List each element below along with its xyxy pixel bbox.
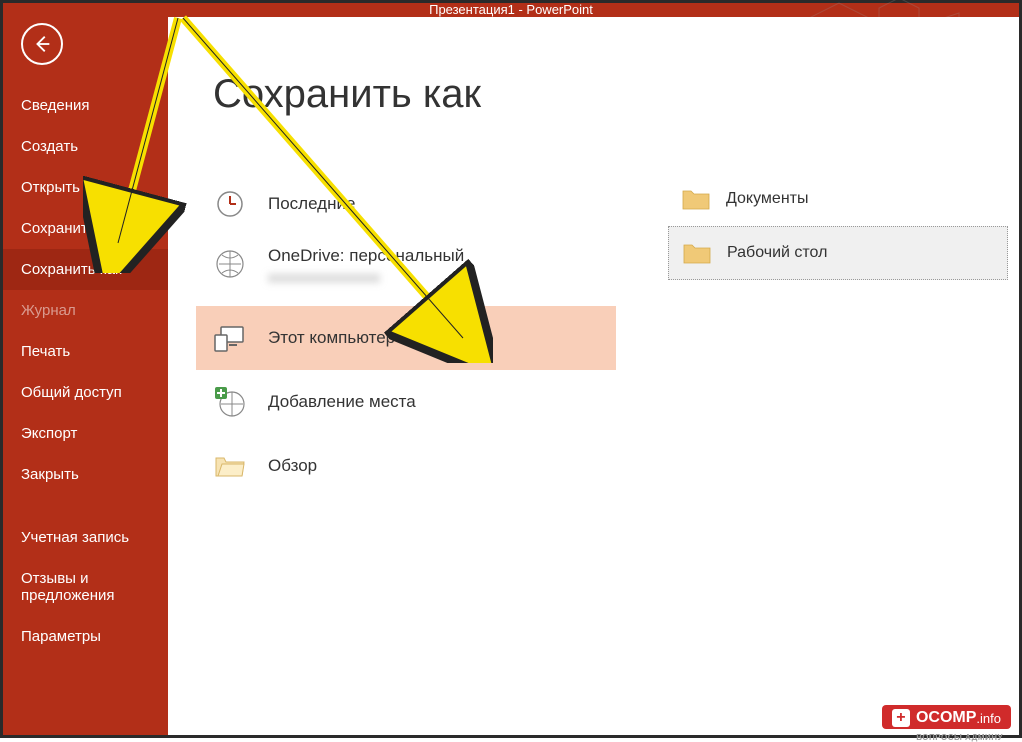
folder-icon xyxy=(682,187,710,211)
location-this-pc[interactable]: Этот компьютер xyxy=(196,306,616,370)
sidebar-item-save-as[interactable]: Сохранить как xyxy=(3,249,168,290)
sidebar-item-share[interactable]: Общий доступ xyxy=(3,372,168,413)
folder-icon xyxy=(683,241,711,265)
location-label: Добавление места xyxy=(268,392,416,412)
watermark: + OCOMP.info ВОПРОСЫ АДМИНУ xyxy=(882,705,1011,729)
back-button[interactable] xyxy=(21,23,63,65)
location-label: Обзор xyxy=(268,456,317,476)
location-sub: xxxxxxxxxxxxxxxx xyxy=(268,269,464,285)
sidebar-item-account[interactable]: Учетная запись xyxy=(3,517,168,558)
location-browse[interactable]: Обзор xyxy=(196,434,616,498)
sidebar-item-print[interactable]: Печать xyxy=(3,331,168,372)
cloud-icon xyxy=(212,246,248,282)
sidebar-item-close[interactable]: Закрыть xyxy=(3,454,168,495)
sidebar-item-options[interactable]: Параметры xyxy=(3,616,168,657)
arrow-left-icon xyxy=(31,33,53,55)
sidebar-item-open[interactable]: Открыть xyxy=(3,167,168,208)
folder-label: Рабочий стол xyxy=(727,244,827,262)
watermark-brand: OCOMP xyxy=(916,709,976,727)
sidebar-item-save[interactable]: Сохранить xyxy=(3,208,168,249)
save-locations-list: Последние OneDrive: персональный xxxxxxx… xyxy=(196,172,616,498)
sidebar-item-info[interactable]: Сведения xyxy=(3,85,168,126)
clock-icon xyxy=(212,186,248,222)
location-label: OneDrive: персональный xyxy=(268,246,464,265)
folder-desktop[interactable]: Рабочий стол xyxy=(668,226,1008,280)
location-add-place[interactable]: Добавление места xyxy=(196,370,616,434)
page-title: Сохранить как xyxy=(213,72,1019,117)
location-recent[interactable]: Последние xyxy=(196,172,616,236)
pc-icon xyxy=(212,320,248,356)
location-label: Последние xyxy=(268,194,355,214)
watermark-tld: .info xyxy=(976,711,1001,726)
sidebar-item-history: Журнал xyxy=(3,290,168,331)
sidebar-item-feedback[interactable]: Отзывы и предложения xyxy=(3,558,168,616)
folder-open-icon xyxy=(212,448,248,484)
folder-documents[interactable]: Документы xyxy=(668,172,1008,226)
add-place-icon xyxy=(212,384,248,420)
plus-icon: + xyxy=(892,709,910,727)
folder-label: Документы xyxy=(726,190,808,208)
main-panel: Сохранить как Последние OneDrive: персон… xyxy=(168,17,1019,735)
sidebar-item-export[interactable]: Экспорт xyxy=(3,413,168,454)
folders-list: Документы Рабочий стол xyxy=(668,172,1008,280)
location-label: Этот компьютер xyxy=(268,328,395,348)
location-onedrive[interactable]: OneDrive: персональный xxxxxxxxxxxxxxxx xyxy=(196,236,616,306)
backstage-sidebar: Сведения Создать Открыть Сохранить Сохра… xyxy=(3,3,168,735)
sidebar-item-new[interactable]: Создать xyxy=(3,126,168,167)
